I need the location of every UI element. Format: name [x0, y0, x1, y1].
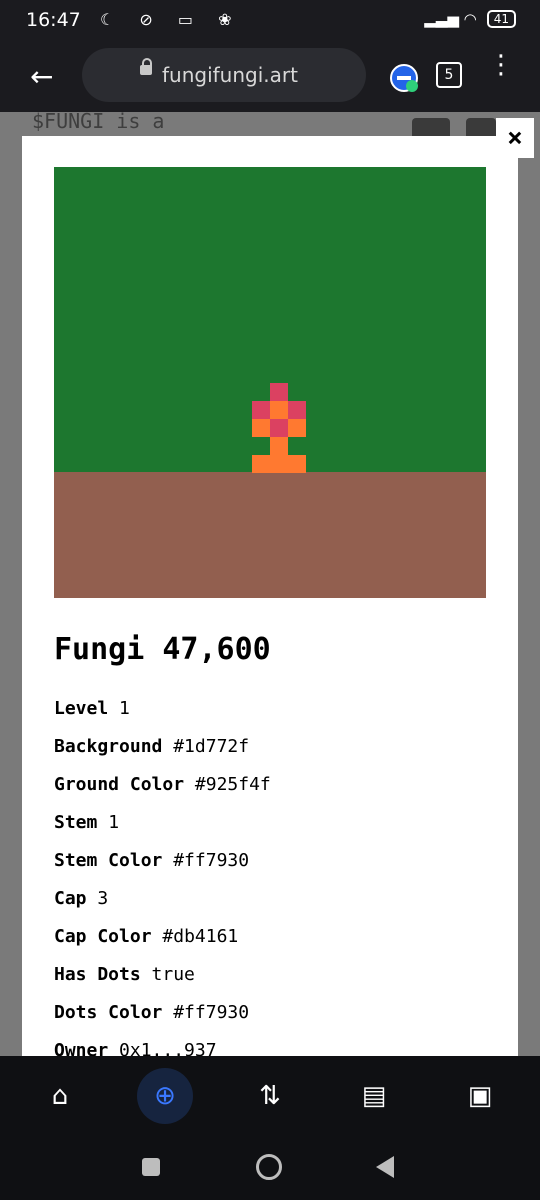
- attribute-key: Ground Color: [54, 774, 185, 795]
- attribute-key: Dots Color: [54, 1002, 163, 1023]
- stem-pixel: [288, 455, 306, 473]
- back-arrow-icon[interactable]: ←: [30, 60, 64, 94]
- attribute-key: Owner: [54, 1040, 109, 1056]
- page-title: Fungi 47,600: [54, 632, 271, 667]
- stem-pixel: [288, 419, 306, 437]
- battery-icon: 41: [486, 10, 516, 28]
- attribute-row: Cap 3: [54, 888, 271, 926]
- more-menu-icon[interactable]: ⋮: [488, 52, 514, 90]
- address-bar[interactable]: fungifungi.art: [82, 48, 366, 102]
- status-bar: 16:47 ☾ ⊘ ▭ ❀ ▂▃▅ ◠ 41: [0, 0, 540, 46]
- url-text: fungifungi.art: [162, 63, 298, 87]
- attribute-key: Level: [54, 698, 109, 719]
- attribute-value: #db4161: [162, 926, 239, 947]
- attribute-value: 0x1...937: [119, 1040, 217, 1056]
- close-button[interactable]: ×: [496, 118, 534, 158]
- transfer-icon[interactable]: ⇅: [246, 1072, 294, 1120]
- recents-icon[interactable]: [142, 1158, 160, 1176]
- browser-toolbar: ← fungifungi.art 5 ⋮: [0, 46, 540, 112]
- attribute-row: Dots Color #ff7930: [54, 1002, 271, 1040]
- attribute-value: #1d772f: [173, 736, 250, 757]
- attribute-row: Has Dots true: [54, 964, 271, 1002]
- attribute-value: #925f4f: [194, 774, 271, 795]
- attribute-key: Cap Color: [54, 926, 152, 947]
- signal-wifi-icon: ▂▃▅ ◠: [424, 10, 477, 28]
- document-icon[interactable]: ▤: [350, 1072, 398, 1120]
- artwork-ground: [54, 472, 486, 598]
- attribute-value: true: [151, 964, 195, 985]
- home-icon[interactable]: ⌂: [36, 1072, 84, 1120]
- cap-pixel: [288, 401, 306, 419]
- stem-pixel: [270, 455, 288, 473]
- attribute-key: Background: [54, 736, 163, 757]
- attribute-value: #ff7930: [173, 1002, 250, 1023]
- stem-pixel: [252, 419, 270, 437]
- attribute-row: Level 1: [54, 698, 271, 736]
- attribute-key: Cap: [54, 888, 87, 909]
- lock-icon: [140, 58, 152, 75]
- back-triangle-icon[interactable]: [376, 1156, 394, 1178]
- wallet-icon[interactable]: ▣: [456, 1072, 504, 1120]
- bottom-navigation: ⌂ ⊕ ⇅ ▤ ▣: [0, 1056, 540, 1136]
- system-navigation-bar: [0, 1136, 540, 1200]
- attribute-row: Ground Color #925f4f: [54, 774, 271, 812]
- cap-pixel: [252, 401, 270, 419]
- explore-globe-icon[interactable]: ⊕: [137, 1068, 193, 1124]
- dot-pixel: [270, 401, 288, 419]
- attribute-value: 1: [108, 812, 120, 833]
- fungi-artwork: [54, 167, 486, 598]
- clock: 16:47: [26, 9, 81, 31]
- attribute-row: Stem Color #ff7930: [54, 850, 271, 888]
- home-circle-icon[interactable]: [256, 1154, 282, 1180]
- vpn-status-dot: [406, 80, 418, 92]
- cap-pixel: [270, 383, 288, 401]
- attribute-value: 3: [97, 888, 109, 909]
- fungi-detail-modal: Fungi 47,600 Level 1 Background #1d772f Gr…: [22, 136, 518, 1056]
- attribute-row: Owner 0x1...937: [54, 1040, 271, 1056]
- attribute-key: Stem Color: [54, 850, 163, 871]
- attribute-key: Stem: [54, 812, 98, 833]
- stem-pixel: [270, 437, 288, 455]
- stem-pixel: [252, 455, 270, 473]
- notification-icons: ☾ ⊘ ▭ ❀: [100, 10, 242, 29]
- attribute-value: 1: [119, 698, 130, 719]
- attribute-row: Cap Color #db4161: [54, 926, 271, 964]
- system-status: ▂▃▅ ◠ 41: [424, 10, 516, 28]
- cap-pixel: [270, 419, 288, 437]
- tab-switcher-button[interactable]: 5: [436, 62, 462, 88]
- attribute-key: Has Dots: [54, 964, 141, 985]
- attribute-row: Background #1d772f: [54, 736, 271, 774]
- attribute-value: #ff7930: [173, 850, 250, 871]
- attribute-row: Stem 1: [54, 812, 271, 850]
- attribute-list: Level 1 Background #1d772f Ground Color #9…: [54, 698, 271, 1056]
